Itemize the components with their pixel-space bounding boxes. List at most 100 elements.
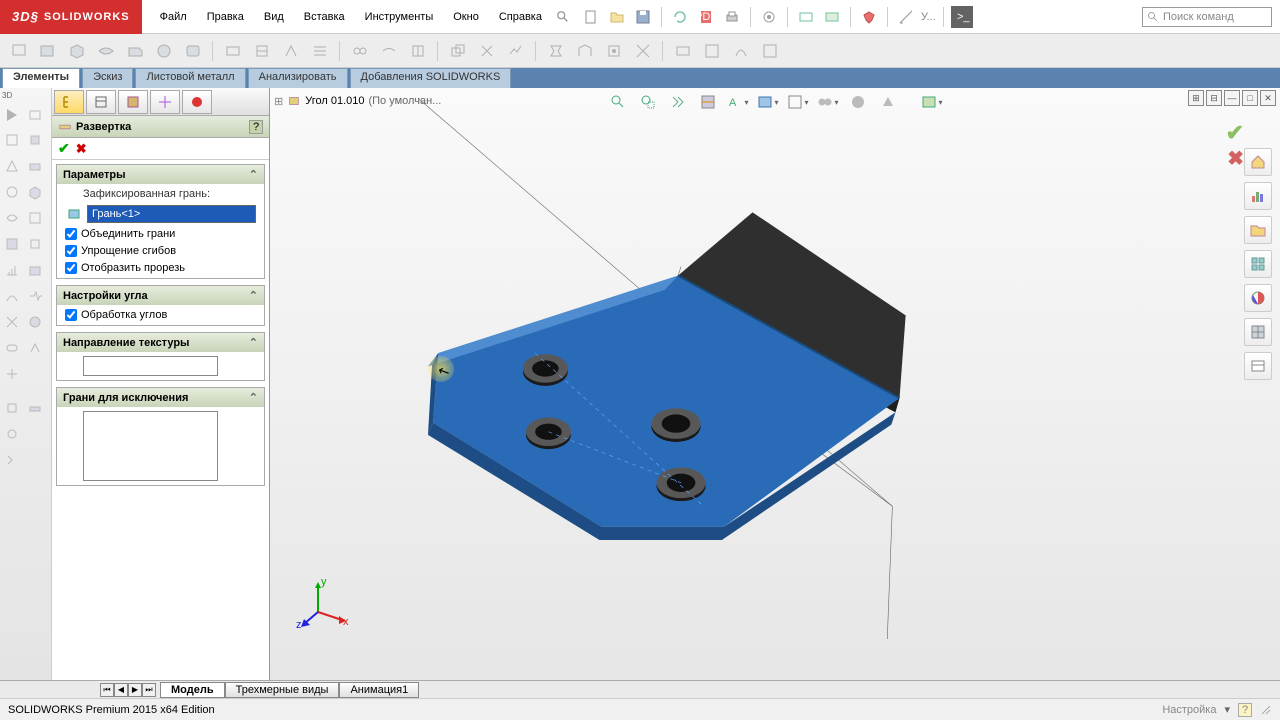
tool-button[interactable]: [278, 38, 303, 63]
palette-button[interactable]: [0, 206, 24, 230]
tab-configuration[interactable]: [118, 90, 148, 114]
tool-button[interactable]: [347, 38, 372, 63]
palette-button[interactable]: [24, 310, 46, 334]
command-search-input[interactable]: Поиск команд: [1142, 7, 1272, 27]
tab-property-manager[interactable]: [86, 90, 116, 114]
tool-button[interactable]: [6, 38, 31, 63]
tool-button[interactable]: [405, 38, 430, 63]
tab-display[interactable]: [182, 90, 212, 114]
palette-button[interactable]: [0, 336, 24, 360]
fixed-face-input[interactable]: [87, 205, 256, 223]
palette-button[interactable]: [0, 396, 24, 420]
simplify-bends-checkbox[interactable]: Упрощение сгибов: [65, 245, 256, 257]
3d-viewport[interactable]: ⊞ Угол 01.010 (По умолчан... A ⊞ ⊟ — □: [270, 88, 1280, 680]
prev-tab-button[interactable]: ◀: [114, 683, 128, 697]
palette-button[interactable]: [24, 284, 46, 308]
corner-treatment-checkbox[interactable]: Обработка углов: [65, 309, 256, 321]
tool-button[interactable]: [93, 38, 118, 63]
palette-button[interactable]: [0, 284, 24, 308]
group-header[interactable]: Грани для исключения⌃: [57, 388, 264, 407]
save-button[interactable]: [632, 6, 654, 28]
show-slot-checkbox[interactable]: Отобразить прорезь: [65, 262, 256, 274]
palette-button[interactable]: [0, 362, 24, 386]
menu-edit[interactable]: Правка: [197, 7, 254, 27]
palette-button[interactable]: [24, 258, 46, 282]
tool-button[interactable]: [543, 38, 568, 63]
palette-button[interactable]: [0, 258, 24, 282]
palette-button[interactable]: [24, 336, 46, 360]
terminal-button[interactable]: >_: [951, 6, 973, 28]
menu-help[interactable]: Справка: [489, 7, 552, 27]
collapse-icon[interactable]: ⌃: [249, 168, 258, 181]
tool-button[interactable]: [630, 38, 655, 63]
collapse-icon[interactable]: ⌃: [249, 391, 258, 404]
screen-capture2-button[interactable]: [821, 6, 843, 28]
tool-button[interactable]: [307, 38, 332, 63]
tab-analyze[interactable]: Анализировать: [248, 68, 348, 88]
tool-button[interactable]: [249, 38, 274, 63]
palette-button[interactable]: [24, 396, 46, 420]
print-button[interactable]: [721, 6, 743, 28]
tab-sketch[interactable]: Эскиз: [82, 68, 133, 88]
last-tab-button[interactable]: ⏭: [142, 683, 156, 697]
tool-button[interactable]: [445, 38, 470, 63]
tab-dimxpert[interactable]: [150, 90, 180, 114]
palette-button[interactable]: [24, 206, 46, 230]
collapse-icon[interactable]: ⌃: [249, 336, 258, 349]
palette-button[interactable]: [0, 102, 24, 126]
palette-button[interactable]: [0, 128, 24, 152]
menu-search-icon[interactable]: [556, 10, 570, 24]
options-button[interactable]: [758, 6, 780, 28]
tool-button[interactable]: [757, 38, 782, 63]
tool-button[interactable]: [376, 38, 401, 63]
tool-button[interactable]: [670, 38, 695, 63]
palette-button[interactable]: [24, 232, 46, 256]
rebuild-button[interactable]: [669, 6, 691, 28]
tool-button[interactable]: [64, 38, 89, 63]
exclude-faces-listbox[interactable]: [83, 411, 218, 481]
screen-capture-button[interactable]: [795, 6, 817, 28]
superman-button[interactable]: [858, 6, 880, 28]
group-header[interactable]: Параметры⌃: [57, 165, 264, 184]
dropdown-icon[interactable]: ▾: [1224, 703, 1230, 716]
pdf-button[interactable]: PDF: [695, 6, 717, 28]
group-header[interactable]: Настройки угла⌃: [57, 286, 264, 305]
tab-model[interactable]: Модель: [160, 682, 225, 698]
tool-button[interactable]: [35, 38, 60, 63]
tab-addins[interactable]: Добавления SOLIDWORKS: [350, 68, 512, 88]
tool-button[interactable]: [474, 38, 499, 63]
tool-button[interactable]: [151, 38, 176, 63]
customize-link[interactable]: Настройка: [1162, 704, 1216, 716]
palette-button[interactable]: [24, 154, 46, 178]
help-button[interactable]: ?: [249, 120, 263, 134]
palette-button[interactable]: [0, 310, 24, 334]
tab-feature-tree[interactable]: [54, 90, 84, 114]
orientation-triad[interactable]: y x z: [294, 576, 350, 632]
next-tab-button[interactable]: ▶: [128, 683, 142, 697]
tab-sheetmetal[interactable]: Листовой металл: [135, 68, 245, 88]
merge-faces-checkbox[interactable]: Объединить грани: [65, 228, 256, 240]
status-help-button[interactable]: ?: [1238, 703, 1252, 717]
texture-direction-input[interactable]: [83, 356, 218, 376]
palette-button[interactable]: [24, 180, 46, 204]
menu-tools[interactable]: Инструменты: [355, 7, 444, 27]
tool-button[interactable]: [728, 38, 753, 63]
menu-window[interactable]: Окно: [443, 7, 489, 27]
menu-insert[interactable]: Вставка: [294, 7, 355, 27]
tool-button[interactable]: [572, 38, 597, 63]
open-button[interactable]: [606, 6, 628, 28]
palette-button[interactable]: [0, 154, 24, 178]
tool-button[interactable]: [503, 38, 528, 63]
palette-button[interactable]: [24, 128, 46, 152]
ok-button[interactable]: ✔: [58, 140, 70, 157]
group-header[interactable]: Направление текстуры⌃: [57, 333, 264, 352]
palette-button[interactable]: [24, 102, 46, 126]
tool-button[interactable]: [220, 38, 245, 63]
tool-button[interactable]: [180, 38, 205, 63]
tool-button[interactable]: [699, 38, 724, 63]
palette-button[interactable]: [0, 180, 24, 204]
tool-button[interactable]: [122, 38, 147, 63]
palette-button[interactable]: [0, 232, 24, 256]
cancel-button[interactable]: ✖: [76, 141, 87, 157]
collapse-icon[interactable]: ⌃: [249, 289, 258, 302]
